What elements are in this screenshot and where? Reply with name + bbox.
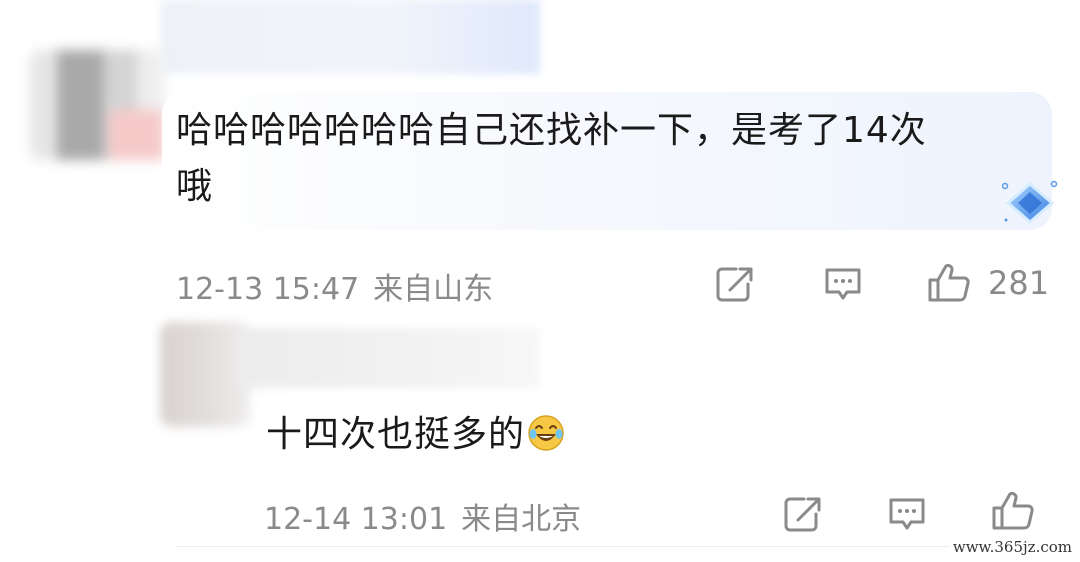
username-blurred — [240, 328, 540, 388]
timestamp: 12-13 15:47 — [176, 272, 360, 307]
avatar[interactable] — [30, 50, 164, 160]
timestamp: 12-14 13:01 — [264, 502, 448, 537]
comment-meta: 12-13 15:47 来自山东 — [176, 264, 493, 308]
share-icon[interactable] — [782, 494, 824, 534]
comment-meta: 12-14 13:01 来自北京 — [264, 494, 581, 538]
comment-text-line: 哦 — [176, 166, 214, 207]
comment-icon[interactable] — [886, 494, 928, 534]
avatar[interactable] — [160, 322, 250, 427]
comment-icon[interactable] — [822, 264, 864, 304]
username-blurred — [160, 0, 540, 74]
watermark: www.365jz.com — [948, 538, 1076, 556]
like-count: 281 — [988, 264, 1050, 302]
comment-text-line: 哈哈哈哈哈哈哈自己还找补一下，是考了14次 — [176, 110, 927, 151]
location: 来自山东 — [373, 272, 494, 307]
comment-thread: 哈哈哈哈哈哈哈自己还找补一下，是考了14次 哦 12-13 15:47 来自山东 … — [0, 0, 1080, 562]
location: 来自北京 — [461, 502, 582, 537]
diamond-badge-icon — [1002, 180, 1058, 224]
laughing-crying-emoji — [528, 415, 564, 451]
share-icon[interactable] — [714, 264, 756, 304]
comment-text: 哈哈哈哈哈哈哈自己还找补一下，是考了14次 哦 — [176, 103, 1036, 215]
thumbs-up-icon[interactable] — [990, 490, 1036, 532]
comment-text: 十四次也挺多的 — [266, 410, 565, 460]
comment-text-line: 十四次也挺多的 — [266, 414, 526, 455]
divider — [176, 546, 1046, 547]
thumbs-up-icon[interactable] — [926, 262, 972, 304]
